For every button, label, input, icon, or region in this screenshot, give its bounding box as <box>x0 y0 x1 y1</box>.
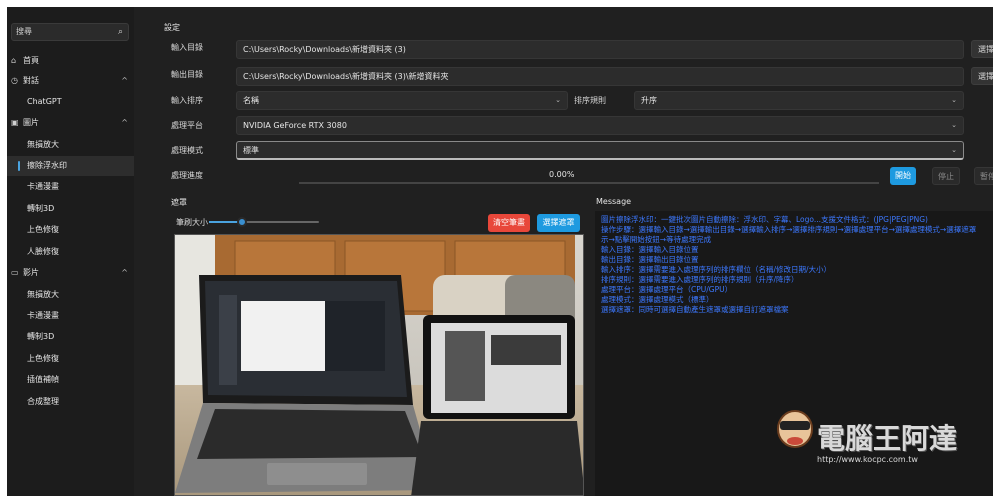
sidebar-item-remove-watermark[interactable]: 擦除浮水印 <box>7 156 134 176</box>
sidebar-item-label: 圖片 <box>23 118 39 127</box>
sidebar-item-chat[interactable]: ◷ 對話 ^ <box>7 71 134 91</box>
search-input-value: 搜尋 <box>16 27 32 36</box>
sort-label: 輸入排序 <box>171 96 203 105</box>
progress-bar <box>299 182 879 184</box>
sort-rule-select-value: 升序 <box>641 96 657 105</box>
chevron-down-icon: ⌄ <box>951 121 957 129</box>
sort-rule-label: 排序規則 <box>574 96 606 105</box>
sidebar-item-label: 合成整理 <box>27 397 59 406</box>
clear-strokes-button[interactable]: 清空筆畫 <box>488 214 530 232</box>
output-dir-value: C:\Users\Rocky\Downloads\新增資料夾 (3)\新增資料夾 <box>243 72 449 81</box>
sidebar-item-label: 上色修復 <box>27 225 59 234</box>
watermark-brand: 電腦王阿達 <box>817 422 958 455</box>
sidebar-item-label: 轉制3D <box>27 332 55 341</box>
search-icon[interactable]: ⌕ <box>118 24 123 40</box>
sidebar-item-label: 首頁 <box>23 56 39 65</box>
sidebar-item-image-cartoon[interactable]: 卡通漫畫 <box>7 177 134 197</box>
chevron-down-icon: ⌄ <box>951 96 957 104</box>
message-title: Message <box>596 197 632 206</box>
mode-select[interactable]: 標準 ⌄ <box>236 141 964 160</box>
sort-select[interactable]: 名稱 ⌄ <box>236 91 568 110</box>
platform-select-value: NVIDIA GeForce RTX 3080 <box>243 121 347 130</box>
brush-size-slider[interactable] <box>209 217 319 227</box>
sidebar-item-home[interactable]: ⌂ 首頁 <box>7 51 134 71</box>
chevron-up-icon[interactable]: ^ <box>121 71 128 91</box>
settings-title: 設定 <box>164 23 180 32</box>
sidebar-item-image-upscale[interactable]: 無損放大 <box>7 135 134 155</box>
chevron-up-icon[interactable]: ^ <box>121 113 128 133</box>
sidebar-item-image-3d[interactable]: 轉制3D <box>7 199 134 219</box>
input-dir-value: C:\Users\Rocky\Downloads\新增資料夾 (3) <box>243 45 406 54</box>
sidebar-item-label: 卡通漫畫 <box>27 182 59 191</box>
select-mask-button[interactable]: 選擇遮罩 <box>537 214 580 232</box>
sidebar-item-label: 上色修復 <box>27 354 59 363</box>
chevron-up-icon[interactable]: ^ <box>121 263 128 283</box>
sidebar-item-label: 人臉修復 <box>27 247 59 256</box>
platform-label: 處理平台 <box>171 121 203 130</box>
sort-rule-select[interactable]: 升序 ⌄ <box>634 91 964 110</box>
sidebar-item-frame-interpolation[interactable]: 插值補幀 <box>7 370 134 390</box>
sidebar-item-chatgpt[interactable]: ChatGPT <box>7 92 134 112</box>
sidebar-item-label: 擦除浮水印 <box>27 161 67 170</box>
chevron-down-icon: ⌄ <box>555 96 561 104</box>
photo-laptop-tablet <box>175 235 583 495</box>
sidebar: 搜尋 ⌕ ⌂ 首頁 ◷ 對話 ^ ChatGPT ▣ 圖片 ^ 無損放大 擦除浮水印 … <box>7 7 134 496</box>
mode-label: 處理模式 <box>171 146 203 155</box>
message-line: 選擇遮罩：同時可選擇自動產生遮罩或選擇自訂遮罩檔案 <box>601 305 789 314</box>
progress-percent: 0.00% <box>549 170 575 179</box>
sidebar-item-video-upscale[interactable]: 無損放大 <box>7 285 134 305</box>
app-window: 搜尋 ⌕ ⌂ 首頁 ◷ 對話 ^ ChatGPT ▣ 圖片 ^ 無損放大 擦除浮水印 … <box>7 7 993 496</box>
pause-button[interactable]: 暫停 <box>974 167 993 185</box>
chevron-down-icon: ⌄ <box>951 146 957 154</box>
platform-select[interactable]: NVIDIA GeForce RTX 3080 ⌄ <box>236 116 964 135</box>
sort-select-value: 名稱 <box>243 96 259 105</box>
sidebar-item-label: 卡通漫畫 <box>27 311 59 320</box>
output-dir-browse-button[interactable]: 選擇 <box>971 67 993 85</box>
home-icon: ⌂ <box>11 56 17 65</box>
sidebar-item-video[interactable]: ▭ 影片 ^ <box>7 263 134 283</box>
sidebar-item-video-colorize[interactable]: 上色修復 <box>7 349 134 369</box>
input-dir-label: 輸入目錄 <box>171 43 203 52</box>
sidebar-item-label: 無損放大 <box>27 290 59 299</box>
output-dir-field[interactable]: C:\Users\Rocky\Downloads\新增資料夾 (3)\新增資料夾 <box>236 67 964 86</box>
image-icon: ▣ <box>11 118 19 127</box>
main-panel: 設定 輸入目錄 C:\Users\Rocky\Downloads\新增資料夾 (… <box>134 7 993 496</box>
mode-select-value: 標準 <box>243 146 259 155</box>
chat-icon: ◷ <box>11 76 18 85</box>
sidebar-item-face-restore[interactable]: 人臉修復 <box>7 242 134 262</box>
input-dir-field[interactable]: C:\Users\Rocky\Downloads\新增資料夾 (3) <box>236 40 964 59</box>
video-icon: ▭ <box>11 268 19 277</box>
sidebar-item-label: ChatGPT <box>27 97 62 106</box>
sidebar-item-compose[interactable]: 合成整理 <box>7 392 134 412</box>
brush-size-slider-thumb[interactable] <box>237 217 247 227</box>
sidebar-item-label: 對話 <box>23 76 39 85</box>
sidebar-item-image-colorize[interactable]: 上色修復 <box>7 220 134 240</box>
mask-image-canvas[interactable] <box>174 234 584 496</box>
sidebar-item-label: 插值補幀 <box>27 375 59 384</box>
sidebar-item-video-3d[interactable]: 轉制3D <box>7 327 134 347</box>
progress-label: 處理進度 <box>171 171 203 180</box>
sidebar-item-video-cartoon[interactable]: 卡通漫畫 <box>7 306 134 326</box>
start-button[interactable]: 開始 <box>890 167 916 185</box>
sidebar-item-label: 影片 <box>23 268 39 277</box>
watermark-url: http://www.kocpc.com.tw <box>817 455 918 464</box>
mascot-logo <box>777 410 813 448</box>
brush-size-label: 筆刷大小 <box>176 218 208 227</box>
input-dir-browse-button[interactable]: 選擇 <box>971 40 993 58</box>
sidebar-item-label: 轉制3D <box>27 204 55 213</box>
sidebar-item-label: 無損放大 <box>27 140 59 149</box>
mask-title: 遮罩 <box>171 198 187 207</box>
sidebar-item-image[interactable]: ▣ 圖片 ^ <box>7 113 134 133</box>
message-log: 圖片擦除浮水印：一鍵批次圖片自動擦除：浮水印、字幕、Logo...支援文件格式：… <box>595 211 993 496</box>
search-input[interactable]: 搜尋 ⌕ <box>11 23 129 41</box>
stop-button[interactable]: 停止 <box>932 167 960 185</box>
output-dir-label: 輸出目錄 <box>171 70 203 79</box>
